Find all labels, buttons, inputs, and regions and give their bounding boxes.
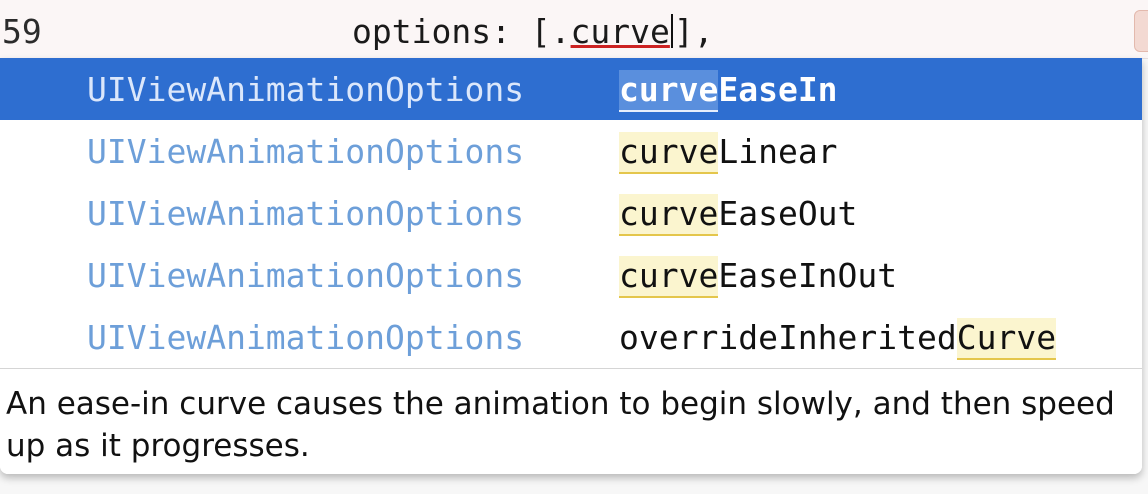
completion-item-curve-ease-in[interactable]: UIViewAnimationOptions curveEaseIn <box>0 58 1142 120</box>
completion-item-curve-ease-in-out[interactable]: UIViewAnimationOptions curveEaseInOut <box>0 244 1142 306</box>
issue-marker[interactable] <box>1134 10 1148 52</box>
completion-member-name: overrideInheritedCurve <box>619 318 1057 360</box>
match-highlight: curve <box>619 194 719 236</box>
match-highlight: Curve <box>956 318 1057 360</box>
match-highlight: curve <box>619 70 719 112</box>
code-prefix: options: [. <box>352 12 571 51</box>
completion-type-label: UIViewAnimationOptions <box>87 194 525 233</box>
code-text[interactable]: options: [.curve], <box>352 12 714 51</box>
completion-item-curve-ease-out[interactable]: UIViewAnimationOptions curveEaseOut <box>0 182 1142 244</box>
completion-member-name: curveLinear <box>619 132 838 174</box>
completion-type-label: UIViewAnimationOptions <box>87 132 525 171</box>
documentation-panel: An ease-in curve causes the animation to… <box>0 368 1142 474</box>
typed-identifier: curve <box>570 12 670 51</box>
completion-item-curve-linear[interactable]: UIViewAnimationOptions curveLinear <box>0 120 1142 182</box>
current-code-line[interactable]: 59 options: [.curve], <box>0 0 1148 59</box>
completion-type-label: UIViewAnimationOptions <box>87 256 525 295</box>
completion-type-label: UIViewAnimationOptions <box>87 318 525 357</box>
match-highlight: curve <box>619 256 719 298</box>
completion-member-name: curveEaseIn <box>619 70 838 112</box>
documentation-text: An ease-in curve causes the animation to… <box>6 386 1115 464</box>
completion-list: UIViewAnimationOptions curveEaseIn UIVie… <box>0 58 1142 368</box>
completion-type-label: UIViewAnimationOptions <box>87 70 525 109</box>
match-highlight: curve <box>619 132 719 174</box>
completion-member-name: curveEaseOut <box>619 194 857 236</box>
code-suffix: ], <box>673 12 714 51</box>
line-number: 59 <box>2 12 42 51</box>
text-caret <box>670 14 673 48</box>
completion-popup: UIViewAnimationOptions curveEaseIn UIVie… <box>0 58 1142 474</box>
completion-item-override-inherited-curve[interactable]: UIViewAnimationOptions overrideInherited… <box>0 306 1142 368</box>
completion-member-name: curveEaseInOut <box>619 256 897 298</box>
